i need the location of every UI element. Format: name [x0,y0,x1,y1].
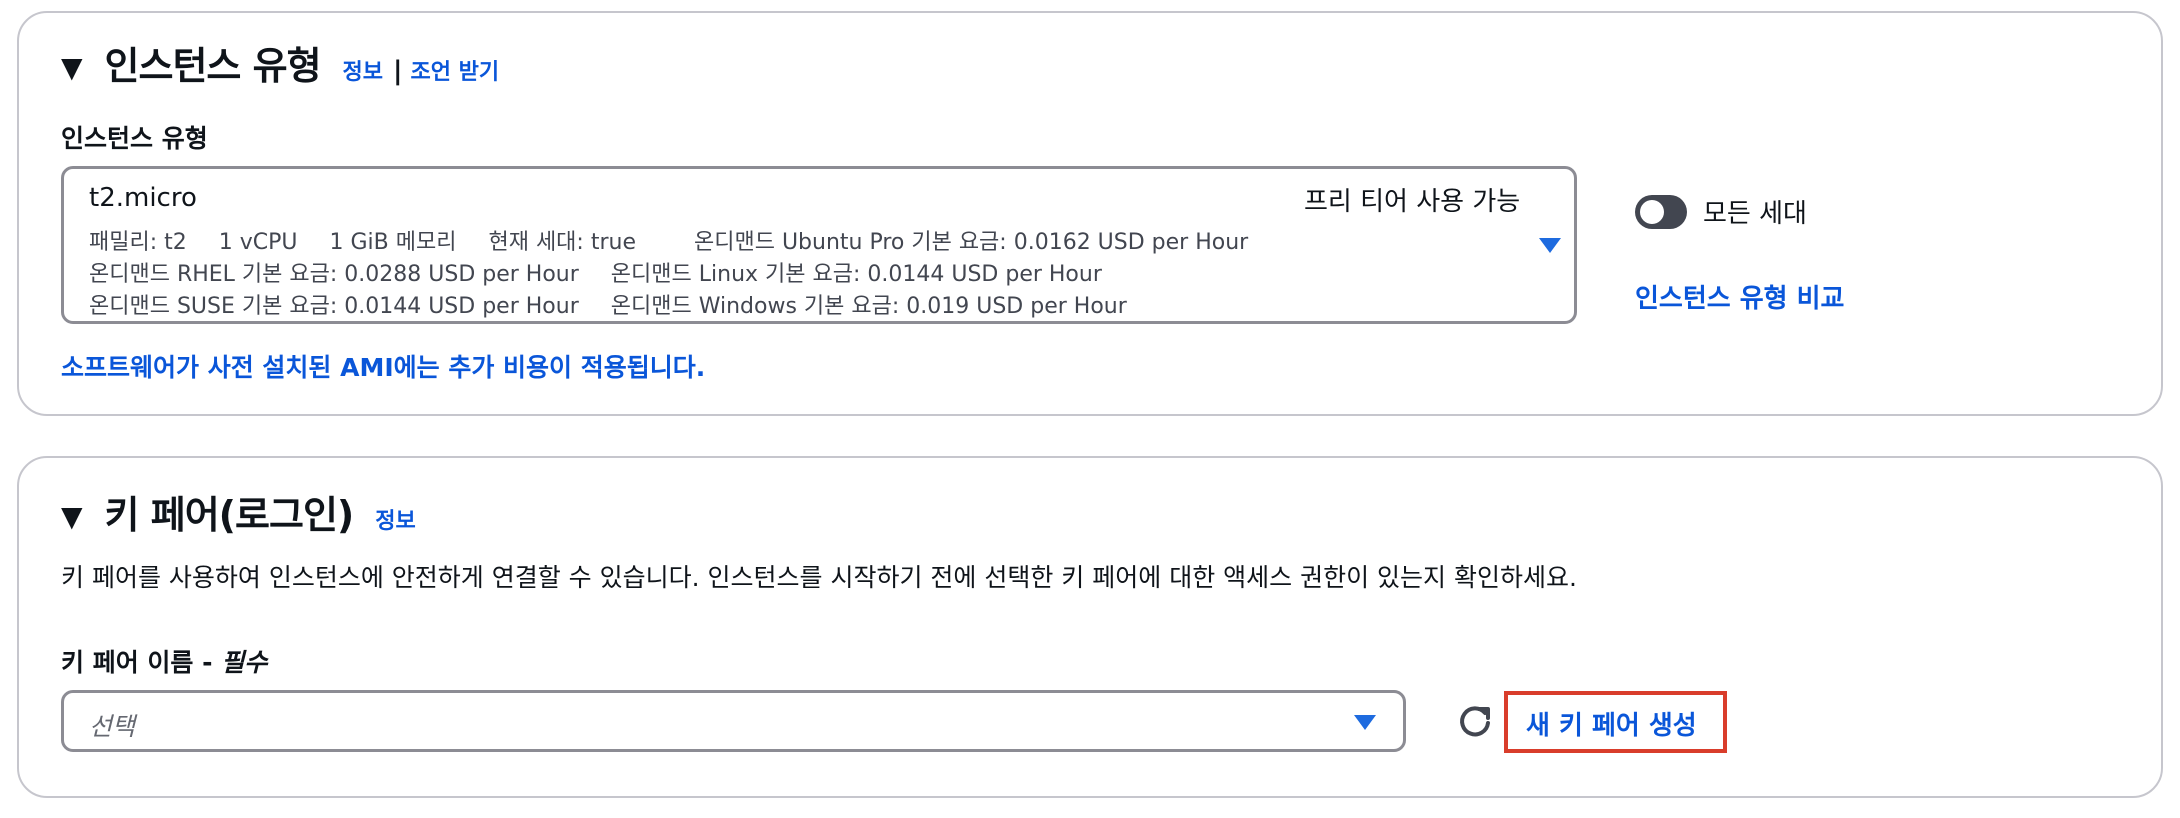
collapse-triangle-icon[interactable]: ▼ [61,503,83,531]
instance-type-header: ▼ 인스턴스 유형 정보 | 조언 받기 [61,35,499,90]
key-pair-name-label-text: 키 페어 이름 - [61,648,222,677]
instance-type-name: t2.micro [89,183,197,213]
ubuntu-price-text: 온디맨드 Ubuntu Pro 기본 요금: 0.0162 USD per Ho… [693,230,1249,255]
key-pair-select-placeholder: 선택 [89,712,136,741]
family-text: 패밀리: t2 [89,230,187,255]
key-pair-title: 키 페어(로그인) [104,493,355,537]
windows-price-text: 온디맨드 Windows 기본 요금: 0.019 USD per Hour [610,294,1127,319]
header-separator: | [393,56,403,86]
current-gen-text: 현재 세대: true [488,230,636,255]
instance-type-title: 인스턴스 유형 [104,44,322,88]
key-pair-select[interactable]: 선택 [61,690,1406,752]
memory-text: 1 GiB 메모리 [329,230,457,255]
vcpu-text: 1 vCPU [218,230,298,255]
required-label: 필수 [221,648,268,677]
compare-instance-types-link[interactable]: 인스턴스 유형 비교 [1635,278,1844,315]
create-key-pair-link[interactable]: 새 키 페어 생성 [1526,705,1697,742]
instance-details-line-3: 온디맨드 SUSE 기본 요금: 0.0144 USD per Hour 온디맨드… [89,288,1159,320]
key-pair-header: ▼ 키 페어(로그인) 정보 [61,484,416,539]
toggle-knob [1640,199,1664,224]
get-advice-link[interactable]: 조언 받기 [411,54,500,86]
rhel-price-text: 온디맨드 RHEL 기본 요금: 0.0288 USD per Hour [89,262,579,287]
suse-price-text: 온디맨드 SUSE 기본 요금: 0.0144 USD per Hour [89,294,579,319]
instance-details-line-1: 패밀리: t2 1 vCPU 1 GiB 메모리 현재 세대: true 온디맨드 Ub… [89,224,1280,256]
key-pair-info-link[interactable]: 정보 [375,503,415,535]
create-key-pair-highlight: 새 키 페어 생성 [1504,691,1727,753]
instance-type-panel: ▼ 인스턴스 유형 정보 | 조언 받기 인스턴스 유형 t2.micro 프리… [17,11,2163,416]
key-pair-name-label: 키 페어 이름 - 필수 [61,643,267,679]
key-pair-panel: ▼ 키 페어(로그인) 정보 키 페어를 사용하여 인스턴스에 안전하게 연결할… [17,456,2163,798]
refresh-icon[interactable] [1455,701,1495,741]
instance-details-line-2: 온디맨드 RHEL 기본 요금: 0.0288 USD per Hour 온디맨드… [89,256,1134,288]
dropdown-caret-icon [1354,715,1376,730]
free-tier-badge: 프리 티어 사용 가능 [1304,187,1521,217]
instance-type-info-link[interactable]: 정보 [343,54,383,86]
all-generations-toggle-row: 모든 세대 [1635,193,1807,230]
collapse-triangle-icon[interactable]: ▼ [61,54,83,82]
instance-type-select[interactable]: t2.micro 프리 티어 사용 가능 패밀리: t2 1 vCPU 1 GiB … [61,166,1577,324]
all-generations-toggle[interactable] [1635,194,1687,229]
ami-cost-note-link[interactable]: 소프트웨어가 사전 설치된 AMI에는 추가 비용이 적용됩니다. [61,348,705,384]
key-pair-description: 키 페어를 사용하여 인스턴스에 안전하게 연결할 수 있습니다. 인스턴스를 … [61,563,1577,592]
dropdown-caret-icon [1539,238,1561,253]
all-generations-label: 모든 세대 [1703,199,1807,229]
instance-type-field-label: 인스턴스 유형 [61,124,208,153]
linux-price-text: 온디맨드 Linux 기본 요금: 0.0144 USD per Hour [610,262,1102,287]
